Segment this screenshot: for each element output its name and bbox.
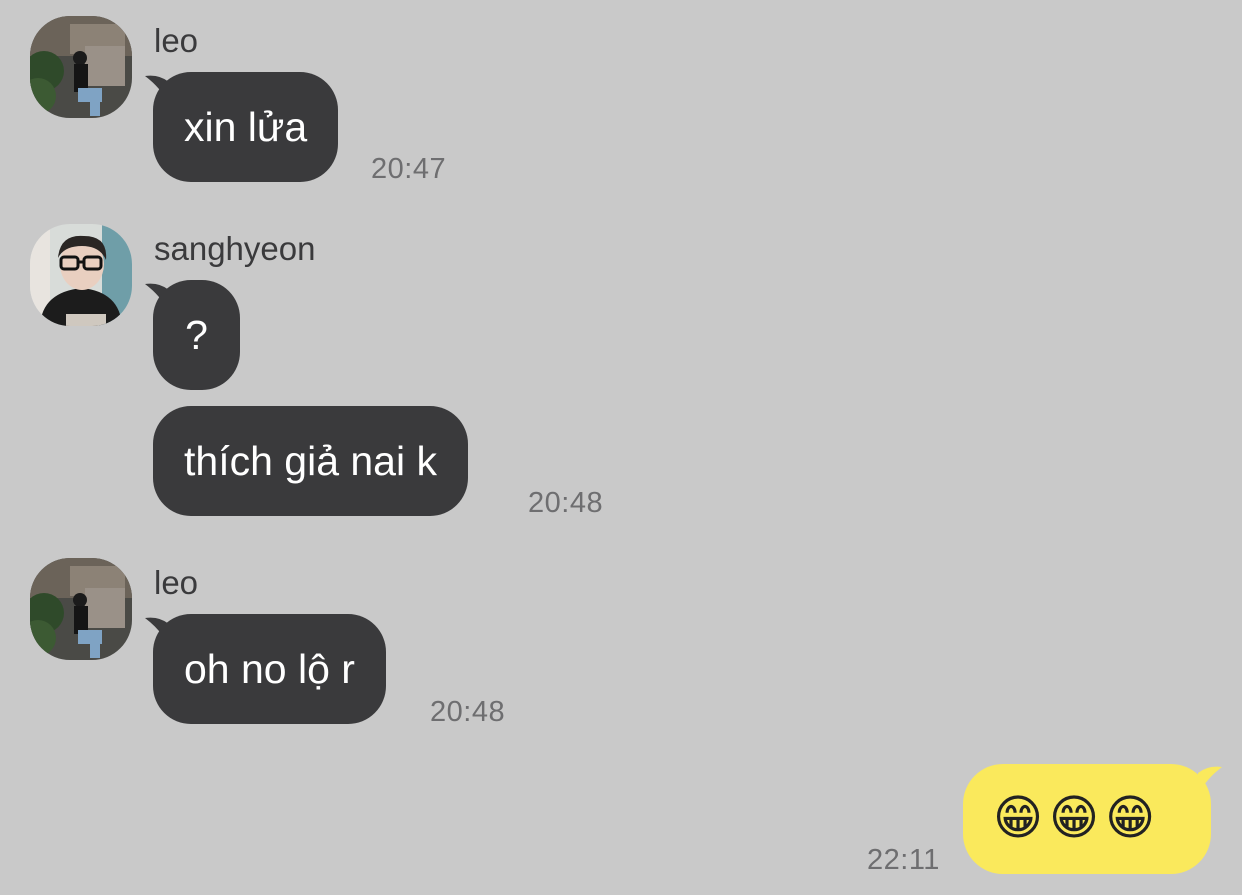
sender-name: sanghyeon	[154, 230, 316, 267]
message-time: 20:48	[528, 487, 604, 519]
profile-photo-leo	[30, 558, 132, 660]
message-time: 20:47	[371, 153, 447, 185]
profile-photo-leo	[30, 16, 132, 118]
avatar-leo[interactable]	[30, 16, 132, 118]
outgoing-message-bubble[interactable]: 😁😁😁	[963, 764, 1211, 874]
avatar-sanghyeon[interactable]	[30, 224, 132, 326]
profile-photo-sanghyeon	[30, 224, 132, 326]
avatar-leo[interactable]	[30, 558, 132, 660]
message-bubble[interactable]: ?	[153, 280, 240, 390]
message-bubble[interactable]: thích giả nai k	[153, 406, 468, 516]
message-bubble[interactable]: oh no lộ r	[153, 614, 386, 724]
message-bubble[interactable]: xin lửa	[153, 72, 339, 182]
message-time: 22:11	[867, 844, 940, 876]
message-time: 20:48	[430, 696, 506, 728]
sender-name: leo	[154, 564, 199, 601]
sender-name: leo	[154, 22, 199, 59]
